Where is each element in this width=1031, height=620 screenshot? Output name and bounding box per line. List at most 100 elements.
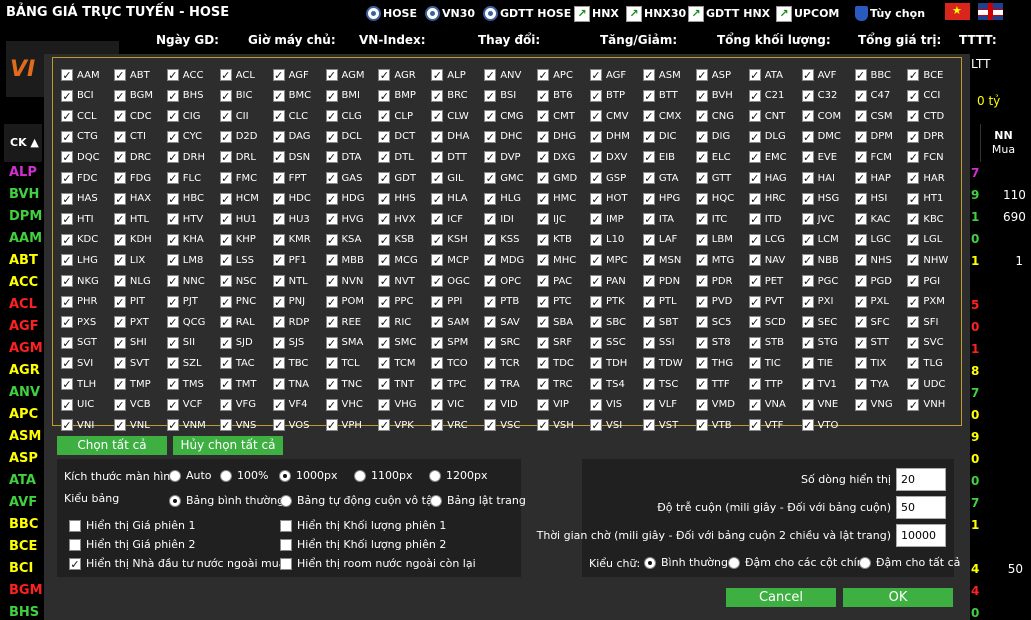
checkbox-checked[interactable]: ✓ [431,213,444,226]
checkbox-checked[interactable]: ✓ [219,275,232,287]
checkbox-checked[interactable]: ✓ [907,89,920,102]
checkbox-checked[interactable]: ✓ [113,295,126,308]
checkbox-checked[interactable]: ✓ [590,89,602,102]
checkbox-checked[interactable]: ✓ [166,378,179,390]
checkbox-checked[interactable]: ✓ [537,110,550,123]
symbol-checkbox[interactable]: ✓ MTG [695,250,748,270]
checkbox-checked[interactable]: ✓ [325,172,338,184]
checkbox-checked[interactable]: ✓ [219,316,232,329]
checkbox-checked[interactable]: ✓ [642,316,655,329]
checkbox-checked[interactable]: ✓ [484,110,497,123]
symbol-checkbox[interactable]: ✓ NHW [907,250,959,270]
checkbox-checked[interactable]: ✓ [113,419,126,432]
checkbox-checked[interactable]: ✓ [907,151,920,164]
checkbox-checked[interactable]: ✓ [166,316,179,329]
ticker-symbol[interactable]: DPM [9,209,42,224]
symbol-checkbox[interactable]: ✓ VF4 [272,395,325,415]
checkbox-checked[interactable]: ✓ [907,233,920,246]
checkbox-checked[interactable]: ✓ [484,336,497,349]
symbol-checkbox[interactable]: ✓ ALP [431,65,483,85]
symbol-checkbox[interactable]: ✓ CII [219,106,272,126]
rows-input[interactable] [896,468,946,491]
nav-hnx[interactable]: ↗ HNX [574,5,619,22]
font-style-option[interactable]: Bình thường [644,556,728,569]
symbol-checkbox[interactable]: ✓ VSC [484,415,536,435]
radio-button[interactable] [644,556,656,569]
checkbox-checked[interactable]: ✓ [484,378,497,390]
checkbox-checked[interactable]: ✓ [590,336,602,349]
symbol-checkbox[interactable]: ✓ KBC [907,209,959,229]
symbol-checkbox[interactable]: ✓ MDG [484,250,536,270]
checkbox-checked[interactable]: ✓ [801,110,814,123]
checkbox-checked[interactable]: ✓ [537,378,550,390]
checkbox-checked[interactable]: ✓ [431,295,444,308]
symbol-checkbox[interactable]: ✓ NVN [325,271,378,291]
checkbox-checked[interactable]: ✓ [854,378,867,390]
symbol-checkbox[interactable]: ✓ BBC [854,65,907,85]
checkbox-checked[interactable]: ✓ [272,233,285,246]
symbol-checkbox[interactable]: ✓ ASP [695,65,748,85]
checkbox-checked[interactable]: ✓ [325,89,338,102]
checkbox-checked[interactable]: ✓ [537,233,550,246]
symbol-checkbox[interactable]: ✓ TLG [907,353,959,373]
checkbox-checked[interactable]: ✓ [61,336,73,349]
checkbox-checked[interactable]: ✓ [907,378,920,390]
symbol-checkbox[interactable]: ✓ NNC [166,271,219,291]
symbol-checkbox[interactable]: ✓ VTB [695,415,748,435]
symbol-checkbox[interactable]: ✓ TPC [431,374,483,394]
symbol-checkbox[interactable]: ✓ SCD [748,312,801,332]
symbol-checkbox[interactable]: ✓ TDC [537,353,589,373]
symbol-checkbox[interactable]: ✓ C47 [854,86,907,106]
checkbox-checked[interactable]: ✓ [113,192,126,205]
checkbox-checked[interactable]: ✓ [61,398,73,411]
symbol-checkbox[interactable]: ✓ HPG [642,189,695,209]
checkbox-checked[interactable]: ✓ [907,130,920,143]
checkbox-checked[interactable]: ✓ [166,275,179,287]
checkbox-checked[interactable]: ✓ [695,151,708,164]
symbol-checkbox[interactable]: ✓ PXL [854,292,907,312]
symbol-checkbox[interactable]: ✓ DCL [325,127,378,147]
checkbox-checked[interactable]: ✓ [378,254,391,267]
checkbox-checked[interactable]: ✓ [113,336,126,349]
checkbox-checked[interactable]: ✓ [642,419,655,432]
checkbox-checked[interactable]: ✓ [695,192,708,205]
checkbox-checked[interactable]: ✓ [484,398,497,411]
checkbox-checked[interactable]: ✓ [748,275,761,287]
checkbox-checked[interactable]: ✓ [325,316,338,329]
checkbox-checked[interactable]: ✓ [590,233,602,246]
checkbox-checked[interactable]: ✓ [166,69,179,81]
checkbox-checked[interactable]: ✓ [61,151,73,164]
checkbox-checked[interactable]: ✓ [748,357,761,370]
symbol-checkbox[interactable]: ✓ AVF [801,65,854,85]
symbol-checkbox[interactable]: ✓ HOT [590,189,642,209]
checkbox-checked[interactable]: ✓ [748,316,761,329]
checkbox-checked[interactable]: ✓ [166,192,179,205]
table-type-option[interactable]: Bảng tự động cuộn vô tận [280,494,440,507]
checkbox-checked[interactable]: ✓ [590,357,602,370]
checkbox-checked[interactable]: ✓ [431,172,444,184]
checkbox-checked[interactable]: ✓ [801,419,814,432]
symbol-checkbox[interactable]: ✓ HAS [61,189,113,209]
symbol-checkbox[interactable]: ✓ KHA [166,230,219,250]
symbol-checkbox[interactable]: ✓ PTB [484,292,536,312]
checkbox-checked[interactable]: ✓ [113,233,126,246]
symbol-checkbox[interactable]: ✓ TAC [219,353,272,373]
symbol-checkbox[interactable]: ✓ CSM [854,106,907,126]
checkbox-checked[interactable]: ✓ [113,172,126,184]
checkbox-checked[interactable]: ✓ [695,233,708,246]
symbol-checkbox[interactable]: ✓ DIG [695,127,748,147]
symbol-checkbox[interactable]: ✓ ITA [642,209,695,229]
radio-button[interactable] [354,469,366,482]
checkbox-checked[interactable]: ✓ [219,357,232,370]
symbol-checkbox[interactable]: ✓ LCM [801,230,854,250]
checkbox-checked[interactable]: ✓ [378,233,391,246]
checkbox-checked[interactable]: ✓ [431,357,444,370]
checkbox-checked[interactable]: ✓ [537,172,550,184]
checkbox-checked[interactable]: ✓ [748,69,761,81]
symbol-checkbox[interactable]: ✓ TIC [748,353,801,373]
symbol-checkbox[interactable]: ✓ TMS [166,374,219,394]
checkbox-checked[interactable]: ✓ [484,357,497,370]
checkbox-checked[interactable]: ✓ [431,192,444,205]
ticker-symbol[interactable]: BGM [9,583,43,598]
checkbox-checked[interactable]: ✓ [272,398,285,411]
